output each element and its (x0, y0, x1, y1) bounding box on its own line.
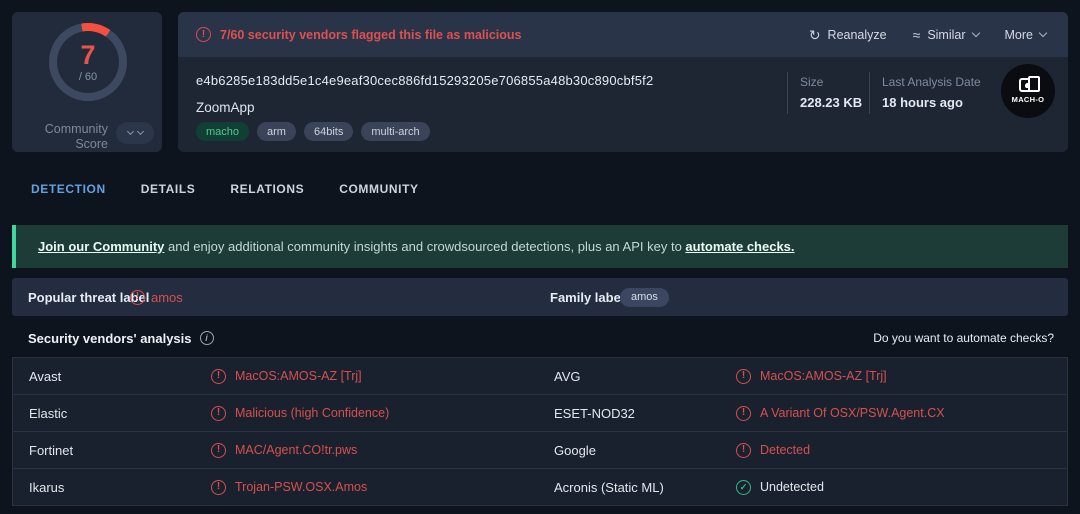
chevron-down-icon (1039, 29, 1047, 37)
file-tag-multi-arch[interactable]: multi-arch (361, 122, 429, 141)
threat-label-value[interactable]: amos (151, 290, 183, 305)
vendors-analysis-table: Avast! MacOS:AMOS-AZ [Trj] AVG! MacOS:AMOS-… (12, 357, 1068, 506)
vote-chevron-icon[interactable] (136, 128, 143, 135)
join-community-link[interactable]: Join our Community (38, 239, 164, 254)
vote-chevron-icon[interactable] (126, 128, 133, 135)
table-row: Ikarus! Trojan-PSW.OSX.Amos Acronis (Stati… (13, 469, 1067, 506)
community-score-card: 7 / 60 Community Score (12, 12, 162, 152)
macho-icon (1019, 78, 1037, 92)
file-summary-card: ! 7/60 security vendors flagged this fil… (178, 12, 1068, 152)
macho-file-type-badge: MACH-O (1001, 64, 1055, 118)
chevron-down-icon (971, 29, 979, 37)
info-icon[interactable]: i (200, 331, 214, 345)
automate-checks-link[interactable]: automate checks. (685, 239, 794, 254)
vendor-result: ! Detected (736, 443, 810, 458)
vendor-result: ! Malicious (high Confidence) (211, 406, 389, 421)
divider (787, 72, 788, 114)
vendor-result-text: Detected (760, 443, 810, 457)
file-tag-64bits[interactable]: 64bits (304, 122, 353, 141)
vendor-name: Google (554, 443, 596, 458)
tab-detection[interactable]: DETECTION (31, 182, 106, 196)
vendor-result: ! A Variant Of OSX/PSW.Agent.CX (736, 406, 945, 421)
reanalyze-button[interactable]: ↻ Reanalyze (809, 28, 887, 42)
automate-checks-question[interactable]: Do you want to automate checks? (873, 331, 1054, 345)
file-tag-arm[interactable]: arm (257, 122, 296, 141)
vendor-name: Fortinet (29, 443, 73, 458)
file-tags: macho arm 64bits multi-arch (196, 122, 430, 141)
file-name: ZoomApp (196, 100, 255, 115)
size-label: Size (800, 75, 862, 89)
file-size-block: Size 228.23 KB (800, 75, 862, 110)
vendor-result-text: Malicious (high Confidence) (235, 406, 389, 420)
community-score-label: Community Score (12, 122, 108, 152)
detection-score-gauge: 7 / 60 (49, 23, 127, 101)
vendor-result-text: A Variant Of OSX/PSW.Agent.CX (760, 406, 945, 420)
table-row: Avast! MacOS:AMOS-AZ [Trj] AVG! MacOS:AMOS-… (13, 358, 1067, 395)
last-analysis-block: Last Analysis Date 18 hours ago (882, 75, 981, 110)
vendor-name: Acronis (Static ML) (554, 480, 664, 495)
alert-icon: ! (736, 406, 751, 421)
similar-icon: ≈ (913, 28, 921, 42)
more-button[interactable]: More (1005, 28, 1046, 42)
last-analysis-label: Last Analysis Date (882, 75, 981, 89)
vendor-name: ESET-NOD32 (554, 406, 635, 421)
table-row: Elastic! Malicious (high Confidence) ESET-… (13, 395, 1067, 432)
reanalyze-icon: ↻ (809, 28, 821, 42)
alert-icon: ! (196, 27, 211, 42)
vendor-result: ! Trojan-PSW.OSX.Amos (211, 480, 367, 495)
check-icon: ✓ (736, 480, 751, 495)
alert-icon: ! (211, 443, 226, 458)
vendor-name: Ikarus (29, 480, 64, 495)
vendors-analysis-title: Security vendors' analysis (28, 331, 192, 346)
alert-icon: ! (211, 406, 226, 421)
vendor-name: AVG (554, 369, 581, 384)
vendor-name: Avast (29, 369, 61, 384)
alert-icon: ! (211, 480, 226, 495)
family-label-pill[interactable]: amos (620, 288, 669, 307)
size-value: 228.23 KB (800, 95, 862, 110)
vendor-result-text: Trojan-PSW.OSX.Amos (235, 480, 367, 494)
vendor-result-text: MAC/Agent.CO!tr.pws (235, 443, 357, 457)
alert-icon: ! (736, 369, 751, 384)
vendor-result-text: Undetected (760, 480, 824, 494)
table-row: Fortinet! MAC/Agent.CO!tr.pws Google! Detec… (13, 432, 1067, 469)
tab-details[interactable]: DETAILS (141, 182, 196, 196)
similar-button[interactable]: ≈ Similar (913, 28, 979, 42)
vendor-result-text: MacOS:AMOS-AZ [Trj] (235, 369, 362, 383)
vendor-result: ! MAC/Agent.CO!tr.pws (211, 443, 357, 458)
detection-score-value: 7 (80, 42, 95, 69)
threat-label-card: Popular threat label ! amos Family label… (12, 278, 1068, 316)
alert-icon: ! (130, 290, 145, 305)
tab-relations[interactable]: RELATIONS (230, 182, 304, 196)
join-community-banner: Join our Community and enjoy additional … (12, 225, 1068, 268)
tab-community[interactable]: COMMUNITY (339, 182, 418, 196)
detection-banner-text: 7/60 security vendors flagged this file … (220, 28, 522, 42)
vendors-analysis-header: Security vendors' analysis i Do you want… (12, 322, 1068, 354)
file-tag-macho[interactable]: macho (196, 122, 249, 141)
vendor-result: ! MacOS:AMOS-AZ [Trj] (736, 369, 887, 384)
vendor-result: ✓ Undetected (736, 480, 824, 495)
vendor-result-text: MacOS:AMOS-AZ [Trj] (760, 369, 887, 383)
alert-icon: ! (736, 443, 751, 458)
detection-score-total: / 60 (79, 71, 97, 83)
file-hash[interactable]: e4b6285e183dd5e1c4e9eaf30cec886fd1529320… (196, 73, 653, 88)
vendor-result: ! MacOS:AMOS-AZ [Trj] (211, 369, 362, 384)
tabs-bar: DETECTION DETAILS RELATIONS COMMUNITY (0, 170, 1080, 210)
vote-widget[interactable] (116, 122, 154, 144)
last-analysis-value: 18 hours ago (882, 95, 981, 110)
alert-icon: ! (211, 369, 226, 384)
vendor-name: Elastic (29, 406, 67, 421)
detection-banner: ! 7/60 security vendors flagged this fil… (178, 12, 1068, 57)
divider (869, 72, 870, 114)
